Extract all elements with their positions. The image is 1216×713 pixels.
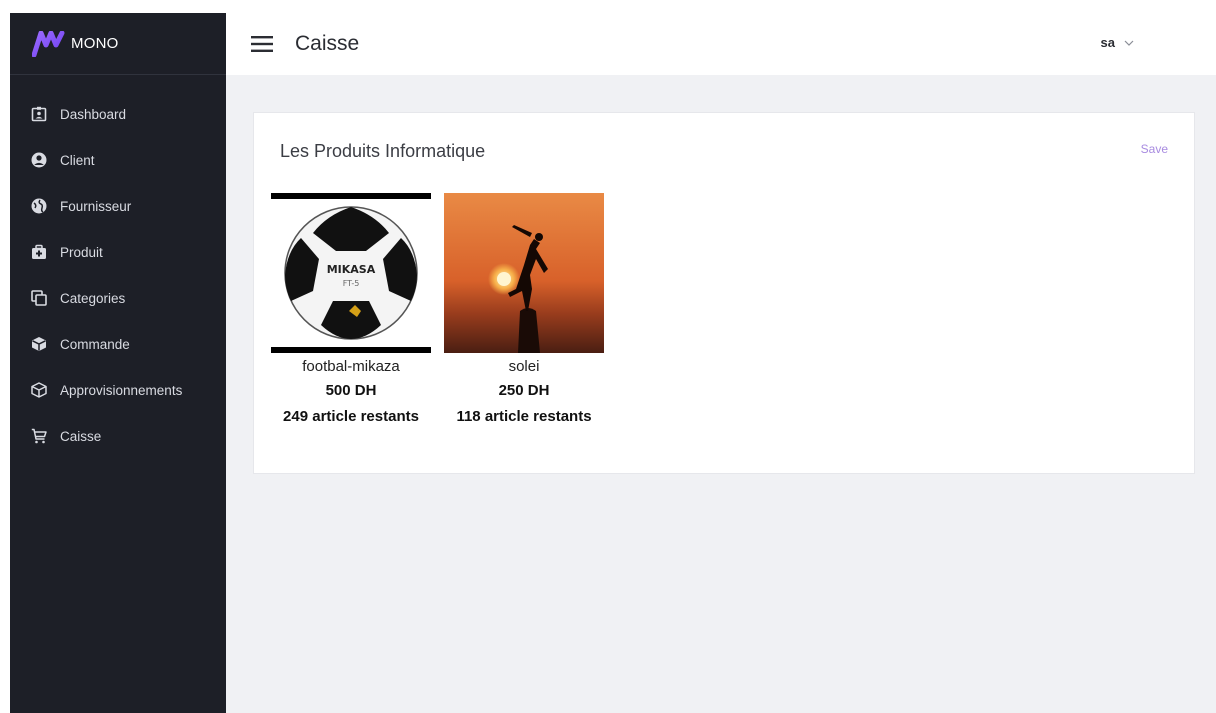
- brand-name: MONO: [71, 35, 119, 52]
- product-stock: 249 article restants: [283, 408, 419, 425]
- product-card[interactable]: solei 250 DH 118 article restants: [444, 193, 604, 425]
- product-name: solei: [508, 358, 540, 375]
- sidebar-item-label: Dashboard: [60, 106, 127, 122]
- sidebar-item-commande[interactable]: Commande: [10, 321, 226, 367]
- box-icon: [30, 381, 48, 399]
- sidebar-item-fournisseur[interactable]: Fournisseur: [10, 183, 226, 229]
- id-badge-icon: [30, 105, 48, 123]
- soccer-ball-image: MIKASA FT-5: [271, 193, 431, 353]
- sidebar-item-label: Caisse: [60, 428, 102, 444]
- sidebar: MONO Dashboard Client Fournisseur Produi…: [10, 13, 226, 713]
- clone-icon: [30, 289, 48, 307]
- page-title: Caisse: [295, 32, 360, 55]
- sidebar-item-categories[interactable]: Categories: [10, 275, 226, 321]
- sidebar-item-client[interactable]: Client: [10, 137, 226, 183]
- medkit-icon: [30, 243, 48, 261]
- globe-icon: [30, 197, 48, 215]
- user-menu[interactable]: sa: [1101, 35, 1134, 50]
- product-price: 250 DH: [498, 382, 550, 399]
- hamburger-menu-icon[interactable]: [251, 35, 273, 53]
- chevron-down-icon: [1124, 38, 1134, 48]
- ball-model-text: FT-5: [343, 279, 360, 288]
- sidebar-item-label: Produit: [60, 244, 103, 260]
- sidebar-nav: Dashboard Client Fournisseur Produit Cat…: [10, 75, 226, 459]
- sidebar-item-produit[interactable]: Produit: [10, 229, 226, 275]
- sidebar-item-dashboard[interactable]: Dashboard: [10, 91, 226, 137]
- save-button[interactable]: Save: [1141, 142, 1168, 156]
- sidebar-item-approvisionnements[interactable]: Approvisionnements: [10, 367, 226, 413]
- product-stock: 118 article restants: [456, 408, 592, 425]
- sidebar-item-label: Client: [60, 152, 95, 168]
- sidebar-item-label: Approvisionnements: [60, 382, 183, 398]
- sunset-silhouette-image: [444, 193, 604, 353]
- sidebar-item-label: Commande: [60, 336, 130, 352]
- sidebar-item-label: Fournisseur: [60, 198, 132, 214]
- user-circle-icon: [30, 151, 48, 169]
- ball-brand-text: MIKASA: [327, 263, 376, 276]
- product-price: 500 DH: [325, 382, 377, 399]
- product-name: footbal-mikaza: [302, 358, 400, 375]
- user-name: sa: [1100, 35, 1115, 50]
- sidebar-item-caisse[interactable]: Caisse: [10, 413, 226, 459]
- sidebar-item-label: Categories: [60, 290, 126, 306]
- main-content: Les Produits Informatique Save MIKASA FT…: [226, 75, 1216, 713]
- products-card: Les Produits Informatique Save MIKASA FT…: [253, 112, 1195, 474]
- cube-icon: [30, 335, 48, 353]
- topbar: Caisse sa: [226, 13, 1216, 75]
- brand[interactable]: MONO: [10, 13, 226, 75]
- mono-logo-icon: [32, 30, 65, 57]
- card-title: Les Produits Informatique: [280, 141, 486, 161]
- product-card[interactable]: MIKASA FT-5 footbal-mikaza 500 DH 249 ar…: [271, 193, 431, 425]
- cart-icon: [30, 427, 48, 445]
